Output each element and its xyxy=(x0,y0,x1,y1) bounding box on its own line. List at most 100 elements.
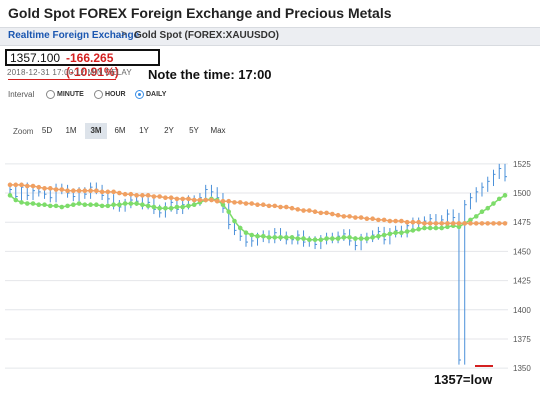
zoom-6m-button[interactable]: 6M xyxy=(111,123,129,139)
ma-long-point xyxy=(122,191,128,197)
ma-short-point xyxy=(174,204,180,210)
timestamp-value: 2018-12-31 17:00:12 xyxy=(7,68,86,77)
last-price: 1357.100 xyxy=(10,51,61,65)
ma-long-point xyxy=(387,218,393,224)
ma-long-point xyxy=(318,210,324,216)
ma-long-point xyxy=(439,221,444,226)
delay-label: MIN DELAY xyxy=(87,68,132,77)
ma-long-point xyxy=(450,221,456,226)
breadcrumb-link[interactable]: Realtime Foreign Exchange xyxy=(8,30,139,41)
ma-long-point xyxy=(278,204,283,210)
ma-short-point xyxy=(289,235,295,240)
ma-long-point xyxy=(197,197,203,203)
ma-long-point xyxy=(30,183,36,189)
ma-long-point xyxy=(220,198,226,204)
ma-short-point xyxy=(491,201,496,206)
interval-hour-radio[interactable] xyxy=(94,90,103,99)
ma-short-point xyxy=(358,236,364,241)
ma-long-point xyxy=(404,219,410,225)
ma-long-point xyxy=(42,186,47,191)
ma-short-point xyxy=(168,205,174,211)
ma-short-point xyxy=(140,202,145,208)
ma-long-point xyxy=(128,191,134,197)
ma-long-point xyxy=(186,196,191,202)
ma-long-point xyxy=(94,188,99,193)
ma-short-point xyxy=(381,232,387,238)
ma-long-point xyxy=(427,221,433,226)
ma-short-point xyxy=(404,229,410,234)
breadcrumb: Realtime Foreign Exchange > Gold Spot (F… xyxy=(0,27,540,46)
ma-short-point xyxy=(186,203,191,209)
ma-long-point xyxy=(335,212,341,218)
ma-long-point xyxy=(312,209,318,215)
ma-long-point xyxy=(157,194,162,199)
ma-short-point xyxy=(53,203,59,209)
y-tick-label: 1450 xyxy=(513,247,531,256)
zoom-5y-button[interactable]: 5Y xyxy=(185,123,203,139)
ma-long-point xyxy=(410,219,416,225)
ma-short-point xyxy=(278,235,283,240)
ma-short-point xyxy=(36,202,42,208)
ma-short-point xyxy=(105,203,111,209)
ma-short-point xyxy=(163,205,168,211)
ma-long-point xyxy=(468,221,473,226)
ma-long-point xyxy=(105,189,111,195)
ma-short-point xyxy=(295,236,301,241)
ma-short-point xyxy=(117,202,122,208)
ma-short-point xyxy=(19,200,24,205)
ma-long-point xyxy=(145,193,151,198)
interval-hour-label[interactable]: HOUR xyxy=(105,91,126,98)
quote-box: 1357.100 -166.265 (-10.91%) xyxy=(5,49,160,79)
zoom-label: Zoom xyxy=(13,127,34,136)
ma-short-point xyxy=(422,225,427,231)
annotation-time-note: Note the time: 17:00 xyxy=(148,67,272,82)
ma-long-point xyxy=(260,202,266,208)
y-tick-label: 1500 xyxy=(513,189,531,198)
ma-long-point xyxy=(163,195,168,200)
ma-short-point xyxy=(335,236,341,241)
ma-long-point xyxy=(19,182,24,188)
ma-long-point xyxy=(214,198,220,204)
zoom-1m-button[interactable]: 1M xyxy=(62,123,80,139)
interval-daily-radio[interactable] xyxy=(135,90,144,99)
ma-long-point xyxy=(65,188,70,193)
ma-short-point xyxy=(318,237,324,243)
ma-long-point xyxy=(180,196,185,202)
annotation-low-note: 1357=low xyxy=(434,372,493,387)
zoom-2y-button[interactable]: 2Y xyxy=(160,123,178,139)
ma-long-point xyxy=(376,217,381,223)
ma-long-point xyxy=(289,205,295,211)
ma-short-point xyxy=(191,202,197,208)
ma-short-point xyxy=(307,237,312,243)
ma-short-point xyxy=(330,236,335,241)
ma-short-point xyxy=(71,202,76,208)
ma-short-point xyxy=(353,236,358,241)
zoom-1y-button[interactable]: 1Y xyxy=(135,123,153,139)
ma-long-point xyxy=(13,182,19,188)
zoom-max-button[interactable]: Max xyxy=(207,123,229,139)
ma-short-point xyxy=(283,235,289,240)
interval-minute-radio[interactable] xyxy=(46,90,55,99)
ma-short-point xyxy=(157,205,162,211)
ma-short-point xyxy=(226,209,232,215)
interval-daily-label[interactable]: DAILY xyxy=(146,91,166,98)
ma-long-point xyxy=(111,189,116,195)
y-tick-label: 1350 xyxy=(513,364,531,373)
zoom-5d-button[interactable]: 5D xyxy=(38,123,56,139)
price-chart[interactable]: 1525 1500 1475 1450 1425 1400 1375 1350 xyxy=(0,150,540,404)
ma-long-point xyxy=(7,182,13,188)
quote-timestamp: 2018-12-31 17:00:12 MIN DELAY xyxy=(7,68,132,77)
ma-long-point xyxy=(370,216,375,222)
zoom-3m-button[interactable]: 3M xyxy=(85,123,107,139)
interval-minute-label[interactable]: MINUTE xyxy=(57,91,84,98)
ma-long-point xyxy=(491,221,496,226)
ma-long-point xyxy=(255,202,260,208)
ma-short-point xyxy=(111,202,116,208)
ma-short-point xyxy=(473,214,479,219)
ma-short-point xyxy=(502,193,508,198)
ma-short-point xyxy=(312,237,318,243)
ma-long-point xyxy=(99,189,105,195)
ma-long-point xyxy=(243,201,249,206)
ma-short-point xyxy=(232,218,237,224)
ma-long-point xyxy=(445,221,450,226)
